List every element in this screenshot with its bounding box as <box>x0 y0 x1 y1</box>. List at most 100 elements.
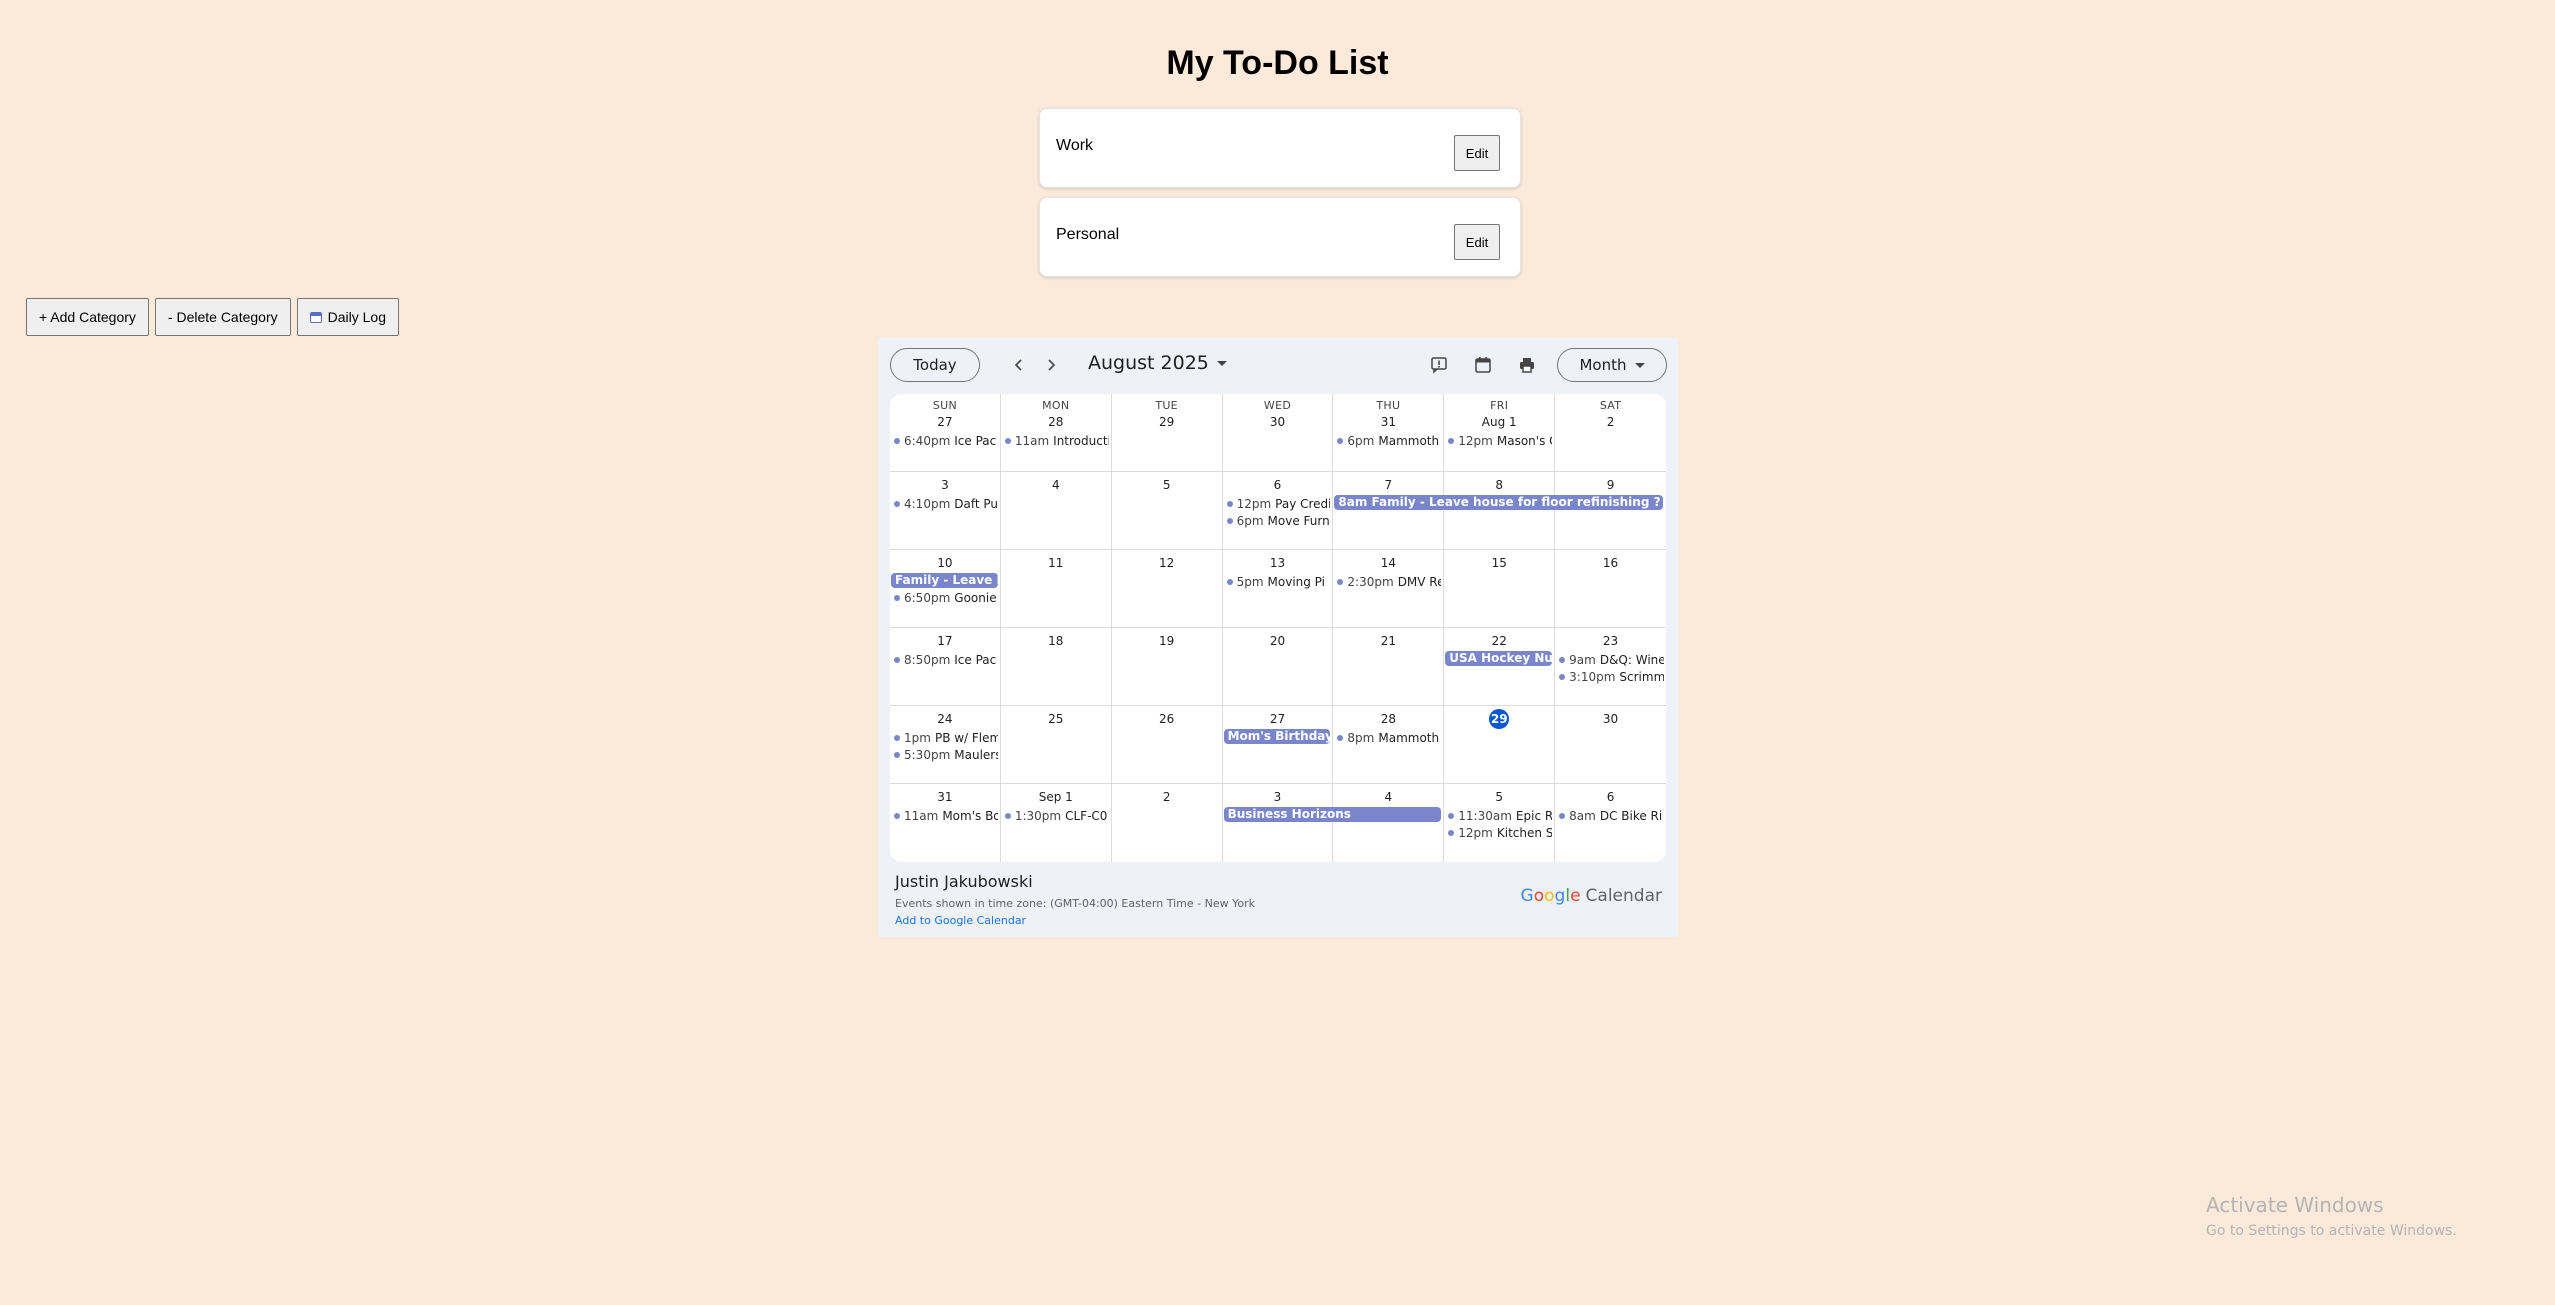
day-cell[interactable]: 3 Business Horizons <box>1223 784 1442 862</box>
edit-category-button[interactable]: Edit <box>1454 224 1500 260</box>
all-day-event[interactable]: Family - Leave ho <box>891 573 998 588</box>
next-month-button[interactable] <box>1038 352 1064 378</box>
timed-event[interactable]: 1pm PB w/ Flem <box>890 729 1000 746</box>
date-number[interactable]: 22 <box>1444 633 1554 649</box>
all-day-event[interactable]: USA Hockey Num <box>1445 651 1553 666</box>
day-cell[interactable]: 8 <box>1444 472 1556 550</box>
day-cell[interactable]: 25 <box>1000 706 1112 784</box>
day-cell[interactable]: 19 <box>1111 628 1223 706</box>
agenda-alert-button[interactable] <box>1428 354 1450 376</box>
date-number[interactable]: 7 <box>1333 477 1443 493</box>
date-number[interactable]: 5 <box>1112 477 1222 493</box>
day-cell[interactable]: 21 <box>1333 628 1445 706</box>
day-cell[interactable]: WED 30 <box>1222 394 1334 472</box>
previous-month-button[interactable] <box>1006 352 1032 378</box>
date-number[interactable]: 20 <box>1223 633 1333 649</box>
date-number[interactable]: 19 <box>1112 633 1222 649</box>
add-to-google-calendar-link[interactable]: Add to Google Calendar <box>895 914 1026 927</box>
timed-event[interactable]: 6:50pm Goonie <box>890 589 1000 606</box>
date-number[interactable]: 27 <box>1223 711 1333 727</box>
date-number[interactable]: 8 <box>1444 477 1554 493</box>
timed-event[interactable]: 11:30amEpic Ro <box>1444 807 1554 824</box>
all-day-event[interactable]: Mom's Birthday <box>1223 729 1331 744</box>
print-button[interactable] <box>1516 354 1538 376</box>
day-cell[interactable]: 5 <box>1111 472 1223 550</box>
date-number[interactable]: 28 <box>1333 711 1443 727</box>
date-number[interactable]: 29 <box>1112 414 1222 430</box>
timed-event[interactable]: 5pm Moving Pi <box>1223 573 1333 590</box>
date-number[interactable]: 2 <box>1555 414 1666 430</box>
day-cell[interactable]: 17 8:50pm Ice Pac <box>890 628 1001 706</box>
date-number[interactable]: 23 <box>1555 633 1666 649</box>
day-cell[interactable]: 26 <box>1111 706 1223 784</box>
timed-event[interactable]: 12pm Mason's C <box>1444 432 1554 449</box>
day-cell[interactable]: THU 31 6pm Mammoth <box>1333 394 1445 472</box>
day-cell[interactable]: 9 <box>1555 472 1666 550</box>
date-number[interactable]: 21 <box>1333 633 1443 649</box>
date-number[interactable]: Aug 1 <box>1444 414 1554 430</box>
day-cell[interactable]: 27 Mom's Birthday <box>1222 706 1334 784</box>
timed-event[interactable]: 2:30pm DMV Re <box>1333 573 1443 590</box>
day-cell[interactable]: 5 11:30amEpic Ro12pmKitchen S <box>1444 784 1556 862</box>
day-cell[interactable]: SAT 2 <box>1555 394 1666 472</box>
day-cell[interactable]: 11 <box>1000 550 1112 628</box>
add-category-button[interactable]: + Add Category <box>26 298 149 336</box>
timed-event[interactable]: 8am DC Bike Ri <box>1555 807 1666 824</box>
date-number[interactable]: 10 <box>890 555 1000 571</box>
date-number[interactable]: 15 <box>1444 555 1554 571</box>
all-day-event[interactable]: 8am Family - Leave house for floor refin… <box>1334 495 1663 510</box>
calendar-view-button[interactable] <box>1472 354 1494 376</box>
edit-category-button[interactable]: Edit <box>1454 135 1500 171</box>
day-cell[interactable]: 10 Family - Leave ho6:50pmGoonie <box>890 550 1001 628</box>
date-number[interactable]: 30 <box>1555 711 1666 727</box>
date-number[interactable]: 6 <box>1555 789 1666 805</box>
date-number[interactable]: 25 <box>1001 711 1111 727</box>
date-number[interactable]: 4 <box>1333 789 1443 805</box>
day-cell[interactable]: 30 <box>1555 706 1666 784</box>
timed-event[interactable]: 8pm Mammoth <box>1333 729 1443 746</box>
day-cell[interactable]: Sep 1 1:30pm CLF-C0 <box>1001 784 1112 862</box>
daily-log-button[interactable]: Daily Log <box>296 298 399 336</box>
day-cell[interactable]: FRI Aug 1 12pm Mason's C <box>1444 394 1556 472</box>
day-cell[interactable]: 31 11amMom's Bda <box>890 784 1001 862</box>
month-picker[interactable]: August 2025 <box>1088 352 1227 374</box>
timed-event[interactable]: 11amMom's Bda <box>890 807 1000 824</box>
day-cell[interactable]: 13 5pm Moving Pi <box>1222 550 1334 628</box>
day-cell[interactable]: 18 <box>1000 628 1112 706</box>
day-cell[interactable]: 6 8am DC Bike Ri <box>1555 784 1666 862</box>
timed-event[interactable]: 4:10pm Daft Pu <box>890 495 1000 512</box>
view-mode-dropdown[interactable]: Month <box>1557 348 1667 382</box>
day-cell[interactable]: MON 28 11am Introducti <box>1000 394 1112 472</box>
timed-event[interactable]: 12pm Kitchen S <box>1444 824 1554 841</box>
timed-event[interactable]: 8:50pm Ice Pac <box>890 651 1000 668</box>
timed-event[interactable]: 11am Introducti <box>1001 432 1111 449</box>
date-number[interactable]: Sep 1 <box>1001 789 1111 805</box>
date-number[interactable]: 30 <box>1223 414 1333 430</box>
today-date-number[interactable]: 29 <box>1444 709 1554 729</box>
date-number[interactable]: 14 <box>1333 555 1443 571</box>
date-number[interactable]: 2 <box>1112 789 1222 805</box>
timed-event[interactable]: 6pm Move Furn <box>1223 512 1333 529</box>
day-cell[interactable]: 16 <box>1555 550 1666 628</box>
day-cell[interactable]: TUE 29 <box>1111 394 1223 472</box>
date-number[interactable]: 3 <box>1223 789 1333 805</box>
day-cell[interactable]: 4 <box>1333 784 1445 862</box>
day-cell[interactable]: 7 8am Family - Leave house for floor refi… <box>1333 472 1663 550</box>
day-cell[interactable]: 28 8pm Mammoth <box>1333 706 1445 784</box>
date-number[interactable]: 5 <box>1444 789 1554 805</box>
date-number[interactable]: 13 <box>1223 555 1333 571</box>
date-number[interactable]: 16 <box>1555 555 1666 571</box>
date-number[interactable]: 3 <box>890 477 1000 493</box>
delete-category-button[interactable]: - Delete Category <box>154 298 291 336</box>
day-cell[interactable]: 23 9am D&Q: Wine 3:10pm Scrimm <box>1555 628 1666 706</box>
day-cell[interactable]: 24 1pm PB w/ Flem 5:30pm Maulers <box>890 706 1001 784</box>
date-number[interactable]: 17 <box>890 633 1000 649</box>
date-number[interactable]: 27 <box>890 414 1000 430</box>
day-cell[interactable]: 20 <box>1222 628 1334 706</box>
timed-event[interactable]: 5:30pm Maulers <box>890 746 1000 763</box>
day-cell[interactable]: 6 12pm Pay Credi 6pm Move Furn <box>1222 472 1334 550</box>
timed-event[interactable]: 9am D&Q: Wine <box>1555 651 1666 668</box>
date-number[interactable]: 4 <box>1001 477 1111 493</box>
date-number[interactable]: 11 <box>1001 555 1111 571</box>
day-cell[interactable]: 12 <box>1111 550 1223 628</box>
